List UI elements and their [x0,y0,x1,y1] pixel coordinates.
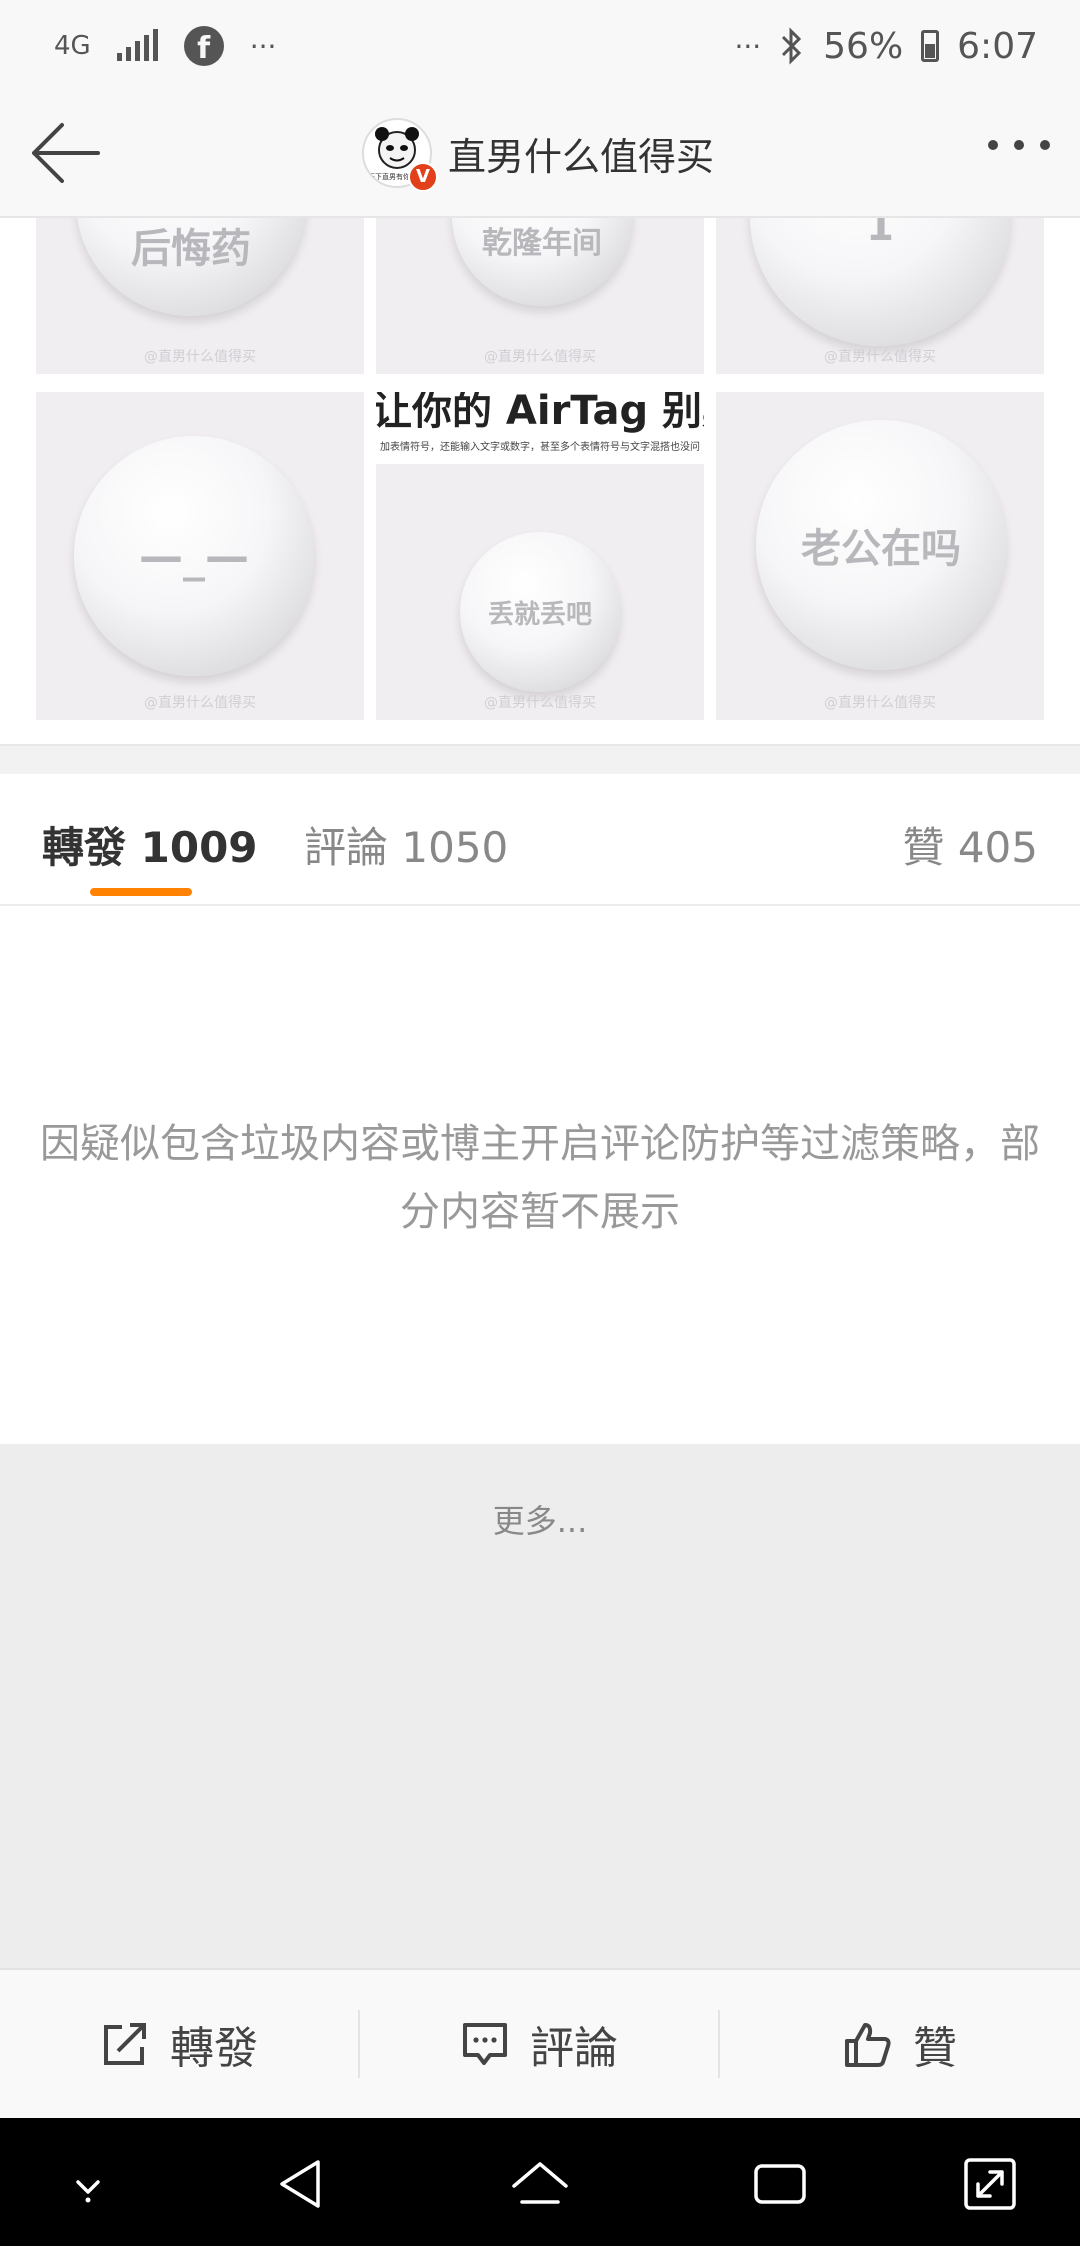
image-tile[interactable]: 1 @直男什么值得买 [716,218,1044,374]
status-more-left: ··· [249,29,277,63]
more-link[interactable]: 更多... [0,1496,1080,1542]
image-tile[interactable]: 让你的 AirTag 别具个性。 加表情符号，还能输入文字或数字，甚至多个表情符… [376,392,704,720]
watermark: @直男什么值得买 [144,349,256,365]
back-icon[interactable] [268,2152,332,2216]
tab-repost-count: 1009 [140,823,258,872]
interaction-tabs: 轉發 1009 評論 1050 贊 405 [0,774,1080,906]
sticker-ball: —_— [74,436,314,676]
home-icon[interactable] [508,2152,572,2216]
image-tile[interactable]: 老公在吗 @直男什么值得买 [716,392,1044,720]
watermark: @直男什么值得买 [824,349,936,365]
active-tab-indicator [90,888,192,896]
battery-percent: 56% [823,25,904,67]
signal-icon [116,29,158,61]
top-nav-bar: 天下直男有你 V 直男什么值得买 [0,90,1080,218]
battery-icon [921,30,940,62]
watermark: @直男什么值得买 [484,695,596,711]
facebook-icon: f [183,26,224,66]
sticker-ball: 乾隆年间 [452,218,632,306]
tab-like-count: 405 [957,823,1038,872]
tab-repost[interactable]: 轉發 1009 [42,814,258,875]
tab-comment-count: 1050 [401,823,509,872]
watermark: @直男什么值得买 [144,695,256,711]
filter-notice-line1: 因疑似包含垃圾内容或博主开启评论防护等过滤策略，部 [40,1121,1040,1167]
page-title[interactable]: 直男什么值得买 [448,126,714,181]
section-divider [0,744,1080,774]
image-tile[interactable]: —_— @直男什么值得买 [36,392,364,720]
tab-repost-label: 轉發 [42,823,127,872]
tab-like[interactable]: 贊 405 [902,814,1038,875]
avatar-caption: 天下直男有你 [368,173,410,181]
network-type: 4G [54,31,91,61]
comment-icon [463,2023,507,2065]
repost-button[interactable]: 轉發 [0,1970,358,2118]
expand-icon[interactable] [958,2152,1022,2216]
watermark: @直男什么值得买 [824,695,936,711]
post-image-grid: 后悔药 @直男什么值得买 乾隆年间 @直男什么值得买 1 @直男什么值得买 —_… [36,218,1044,720]
image-tile[interactable]: 乾隆年间 @直男什么值得买 [376,218,704,374]
verified-badge: V [408,162,438,192]
filter-notice-line2: 分内容暂不展示 [400,1189,680,1235]
comment-label: 評論 [530,2023,618,2074]
watermark: @直男什么值得买 [484,349,596,365]
status-left: 4G f ··· [54,18,276,74]
system-nav-bar [0,2118,1080,2246]
hide-keyboard-icon[interactable] [56,2152,120,2216]
share-icon [104,2023,146,2065]
sticker-ball: 后悔药 [76,218,306,316]
sticker-ball: 老公在吗 [756,420,1006,670]
image-caption-block: 让你的 AirTag 别具个性。 加表情符号，还能输入文字或数字，甚至多个表情符… [376,392,704,464]
clock: 6:07 [957,25,1038,67]
filter-notice: 因疑似包含垃圾内容或博主开启评论防护等过滤策略，部 分内容暂不展示 [0,1110,1080,1246]
comment-button[interactable]: 評論 [360,1970,718,2118]
bluetooth-icon [782,27,802,65]
bottom-toolbar: 轉發 評論 贊 [0,1968,1080,2118]
recent-apps-icon[interactable] [748,2152,812,2216]
tab-comment-label: 評論 [304,823,389,872]
status-right: ··· 56% 6:07 [734,18,1038,74]
image-tile[interactable]: 后悔药 @直男什么值得买 [36,218,364,374]
back-arrow-icon[interactable] [26,118,106,188]
status-bar: 4G f ··· ··· 56% 6:07 [0,0,1080,90]
tab-like-label: 贊 [902,823,945,872]
sticker-ball: 丢就丢吧 [460,532,620,692]
repost-label: 轉發 [170,2023,258,2074]
thumbs-up-icon [845,2023,891,2067]
image-headline: 让你的 AirTag 别具个性。 [376,392,704,434]
more-dots-icon[interactable] [988,140,1050,150]
like-label: 贊 [913,2023,957,2074]
image-subheadline: 加表情符号，还能输入文字或数字，甚至多个表情符号与文字混搭也没问 [380,442,700,453]
status-more-right: ··· [734,29,762,63]
sticker-ball: 1 [750,218,1010,346]
tab-comment[interactable]: 評論 1050 [304,814,508,875]
like-button[interactable]: 贊 [720,1970,1080,2118]
more-area: 更多... [0,1444,1080,1968]
